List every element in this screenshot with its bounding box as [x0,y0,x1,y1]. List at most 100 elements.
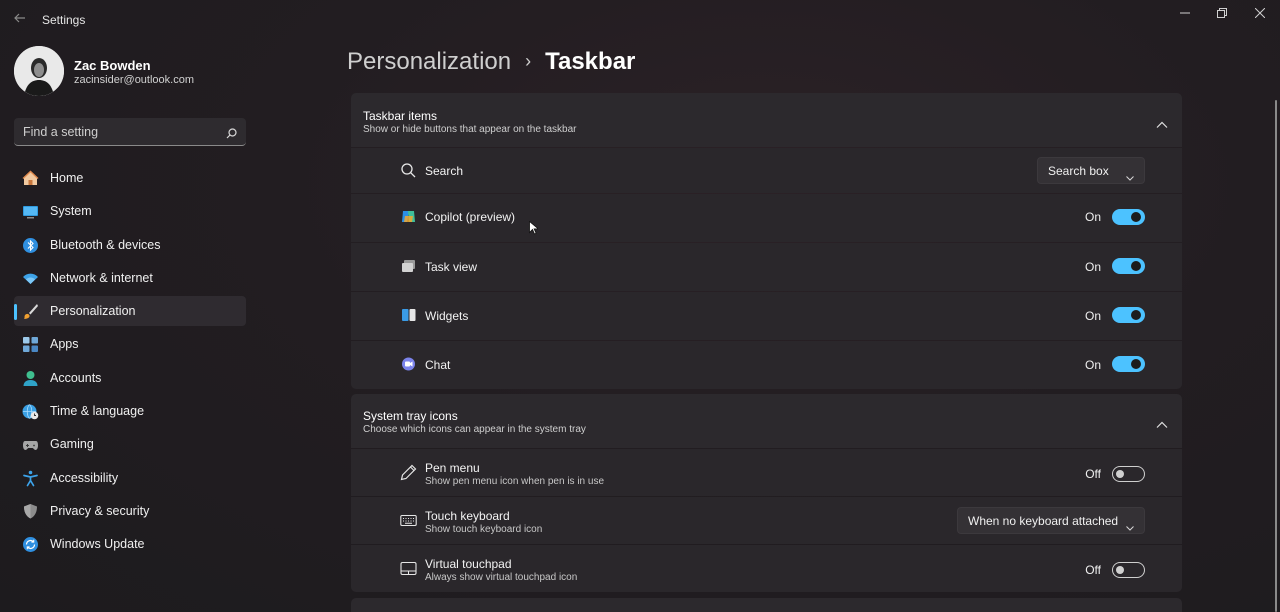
breadcrumb-parent[interactable]: Personalization [347,48,511,76]
sidebar-item-accessibility[interactable]: Accessibility [14,463,246,493]
search-icon [400,162,417,179]
setting-row-chat: Chat On [351,341,1182,389]
system-tray-header[interactable]: System tray icons Choose which icons can… [351,394,1182,448]
next-section-header[interactable] [351,598,1182,612]
section-subtitle: Show or hide buttons that appear on the … [363,124,577,135]
toggle-state: Off [1085,467,1101,481]
update-icon [22,536,39,553]
setting-label: Virtual touchpad [425,557,512,571]
accessibility-icon [22,470,39,487]
mouse-cursor-icon [529,220,540,240]
sidebar-item-personalization[interactable]: Personalization [14,296,246,327]
search-icon[interactable] [226,126,237,144]
paintbrush-icon [22,303,39,320]
chat-toggle[interactable] [1112,356,1145,372]
section-title: System tray icons [363,409,458,423]
setting-label: Pen menu [425,461,480,475]
toggle-state: On [1084,210,1101,224]
toggle-knob [1131,310,1141,320]
shield-icon [22,503,39,520]
task-view-toggle[interactable] [1112,258,1145,274]
taskbar-items-header[interactable]: Taskbar items Show or hide buttons that … [351,93,1182,147]
setting-row-copilot: Copilot (preview) On [351,194,1182,242]
minimize-icon[interactable] [1167,4,1203,22]
pen-icon [400,464,417,481]
sidebar-item-time-language[interactable]: Time & language [14,396,246,426]
chevron-up-icon[interactable] [1156,416,1168,428]
close-icon[interactable] [1242,4,1278,22]
touch-keyboard-dropdown[interactable]: When no keyboard attached [957,507,1145,534]
sidebar-item-label: Accessibility [50,470,119,485]
setting-row-virtual-touchpad: Virtual touchpad Always show virtual tou… [351,545,1182,592]
copilot-toggle[interactable] [1112,209,1145,225]
gamepad-icon [22,436,39,453]
sidebar-item-label: Privacy & security [50,503,150,518]
page-title: Taskbar [545,48,636,75]
sidebar-item-system[interactable]: System [14,196,246,226]
profile-email: zacinsider@outlook.com [74,74,194,86]
toggle-state: On [1084,309,1101,323]
toggle-knob [1131,359,1141,369]
sidebar-item-label: Accounts [50,370,102,385]
setting-label: Touch keyboard [425,509,510,523]
sidebar-item-home[interactable]: Home [14,163,246,193]
sidebar-item-label: Time & language [50,404,145,419]
monitor-icon [22,203,39,220]
setting-description: Show touch keyboard icon [425,524,543,535]
search-box[interactable] [14,118,246,146]
sidebar-item-label: System [50,204,92,219]
sidebar-nav: Home System Bluetooth & devices Network … [14,163,246,563]
touchpad-icon [400,560,417,577]
sidebar-item-apps[interactable]: Apps [14,329,246,359]
setting-row-touch-keyboard: Touch keyboard Show touch keyboard icon … [351,497,1182,544]
restore-icon[interactable] [1204,4,1240,22]
sidebar-item-label: Apps [50,337,79,352]
sidebar-item-network[interactable]: Network & internet [14,263,246,293]
app-title: Settings [42,13,86,27]
widgets-toggle[interactable] [1112,307,1145,323]
chevron-down-icon [1126,518,1134,536]
sidebar-item-gaming[interactable]: Gaming [14,429,246,459]
apps-icon [22,336,39,353]
globe-clock-icon [22,403,39,420]
bluetooth-icon [22,237,39,254]
keyboard-icon [400,512,417,529]
search-input[interactable] [14,118,214,145]
breadcrumb-separator: › [525,51,532,71]
sidebar-item-label: Gaming [50,437,94,452]
pen-menu-toggle[interactable] [1112,466,1145,482]
setting-row-task-view: Task view On [351,243,1182,291]
avatar[interactable] [14,46,64,96]
profile-name: Zac Bowden [74,58,151,73]
widgets-icon [400,307,417,324]
setting-description: Always show virtual touchpad icon [425,572,578,583]
chevron-down-icon [1126,168,1134,186]
sidebar-item-privacy[interactable]: Privacy & security [14,496,246,526]
title-bar: Settings [0,0,1280,40]
setting-label: Task view [425,260,478,274]
toggle-knob [1131,261,1141,271]
toggle-state: Off [1085,563,1101,577]
breadcrumb: Personalization › Taskbar [347,48,635,76]
sidebar-item-label: Home [50,171,84,185]
dropdown-value: Search box [1048,164,1109,178]
wifi-icon [22,270,39,287]
section-title: Taskbar items [363,109,438,123]
chat-icon [400,356,417,373]
setting-row-widgets: Widgets On [351,292,1182,340]
virtual-touchpad-toggle[interactable] [1112,562,1145,578]
sidebar-item-bluetooth[interactable]: Bluetooth & devices [14,230,246,260]
sidebar-item-windows-update[interactable]: Windows Update [14,529,246,559]
chevron-up-icon[interactable] [1156,116,1168,128]
task-view-icon [400,258,417,275]
toggle-knob [1116,470,1124,478]
sidebar-item-accounts[interactable]: Accounts [14,363,246,393]
home-icon [22,170,39,187]
setting-row-pen-menu: Pen menu Show pen menu icon when pen is … [351,449,1182,496]
setting-label: Search [425,164,464,178]
section-subtitle: Choose which icons can appear in the sys… [363,424,586,435]
back-arrow-icon[interactable] [10,10,30,30]
sidebar-item-label: Network & internet [50,270,153,285]
search-mode-dropdown[interactable]: Search box [1037,157,1145,184]
scrollbar[interactable] [1275,100,1277,612]
